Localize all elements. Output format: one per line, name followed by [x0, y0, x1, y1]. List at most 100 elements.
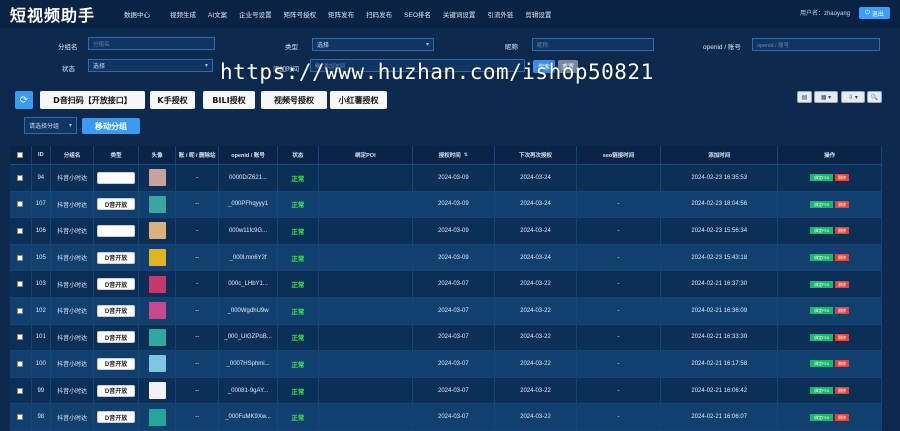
- logout-button[interactable]: ⏻ 退出: [859, 7, 890, 19]
- nav-item-0[interactable]: 数据中心: [118, 0, 164, 28]
- table-row[interactable]: 105 抖音小时达 D音开放 -- _000l.mn6Y2f 正常 2024-03-09 20…: [10, 244, 882, 272]
- column-header-9[interactable]: 下次再次授权: [495, 146, 578, 164]
- nav-item-10[interactable]: 剪辑设置: [519, 0, 557, 28]
- bind-poi-button[interactable]: 绑定POI: [810, 227, 834, 235]
- cell-group: 抖音小时达: [51, 191, 95, 218]
- bind-poi-button[interactable]: 绑定POI: [810, 254, 834, 262]
- table-row[interactable]: 101 抖音小时达 D音开放 -- _000_UIGZPoB... 正常 2024-03-0…: [10, 324, 882, 352]
- nav-item-9[interactable]: 引流外链: [481, 0, 519, 28]
- platform-type-badge[interactable]: D音开放: [97, 304, 136, 317]
- cell-seo: [577, 165, 662, 191]
- cell-poi: [319, 191, 413, 218]
- bind-poi-button[interactable]: 绑定POI: [810, 360, 834, 368]
- table-row[interactable]: 94 抖音小时达 - 0000D/Z621... 正常 2024-03-09 2024-03…: [10, 165, 882, 192]
- row-checkbox[interactable]: [17, 387, 24, 394]
- platform-type-badge[interactable]: D音开放: [97, 357, 136, 370]
- group-input[interactable]: 分组名: [88, 37, 215, 50]
- row-checkbox[interactable]: [17, 227, 24, 234]
- bind-poi-button[interactable]: 绑定POI: [810, 174, 834, 182]
- type-select[interactable]: 选择 ▾: [312, 38, 434, 51]
- export-button[interactable]: ⇩ ▾: [841, 91, 865, 103]
- column-header-label: 授权时间: [438, 153, 461, 159]
- bind-poi-button[interactable]: 绑定POI: [810, 387, 834, 395]
- nav-item-1[interactable]: 视频生成: [164, 0, 202, 28]
- delete-button[interactable]: 删除: [835, 227, 850, 235]
- nav-item-8[interactable]: 关键词设置: [437, 0, 482, 28]
- cell-seo: -: [577, 404, 662, 430]
- avatar[interactable]: [148, 249, 166, 267]
- avatar[interactable]: [148, 169, 166, 187]
- delete-button[interactable]: 删除: [835, 200, 850, 208]
- avatar[interactable]: [148, 382, 166, 400]
- status-select[interactable]: 选择 ▾: [88, 59, 213, 72]
- row-checkbox[interactable]: [17, 201, 24, 208]
- view-table-button[interactable]: ▤: [797, 91, 812, 103]
- auth-button-0[interactable]: D音扫码【开放接口】: [40, 91, 145, 109]
- avatar[interactable]: [148, 408, 166, 426]
- avatar[interactable]: [148, 222, 166, 240]
- platform-type-badge[interactable]: D音开放: [97, 331, 136, 344]
- auth-button-1[interactable]: K手授权: [150, 91, 195, 109]
- group-select-value: 请选择分组: [29, 124, 60, 130]
- bind-poi-button[interactable]: 绑定POI: [810, 200, 834, 208]
- bind-poi-button[interactable]: 绑定POI: [810, 307, 834, 315]
- platform-type-badge[interactable]: D音开放: [97, 278, 136, 291]
- nav-item-4[interactable]: 矩阵号授权: [278, 0, 323, 28]
- columns-button[interactable]: ▦ ▾: [814, 91, 838, 103]
- select-all-checkbox[interactable]: [17, 152, 24, 158]
- delete-button[interactable]: 删除: [835, 387, 850, 395]
- avatar[interactable]: [148, 302, 166, 320]
- nav-item-7[interactable]: SEO排名: [398, 0, 437, 28]
- move-group-button[interactable]: 移动分组: [82, 118, 140, 134]
- table-row[interactable]: 98 抖音小时达 D音开放 -- _000FuMK9Xw... 正常 2024-03-07 2…: [10, 404, 882, 431]
- row-checkbox[interactable]: [17, 254, 24, 261]
- row-checkbox[interactable]: [17, 414, 24, 421]
- table-search-button[interactable]: 🔍: [867, 91, 882, 103]
- auth-button-2[interactable]: BILI授权: [203, 91, 255, 109]
- nav-item-6[interactable]: 扫码发布: [360, 0, 398, 28]
- delete-button[interactable]: 删除: [835, 174, 850, 182]
- table-row[interactable]: 99 抖音小时达 D音开放 -- _00081-9gAY... 正常 2024-03-07 2…: [10, 377, 882, 405]
- row-checkbox[interactable]: [17, 281, 24, 288]
- refresh-button[interactable]: ⟳: [15, 91, 33, 109]
- bind-poi-button[interactable]: 绑定POI: [810, 413, 834, 421]
- sort-icon[interactable]: ⇅: [464, 152, 468, 158]
- row-checkbox[interactable]: [17, 360, 24, 367]
- table-row[interactable]: 102 抖音小时达 D音开放 -- _000WgdhU9w 正常 2024-03-07 202…: [10, 297, 882, 325]
- delete-button[interactable]: 删除: [835, 360, 850, 368]
- group-select[interactable]: 请选择分组 ▾: [24, 117, 77, 134]
- delete-button[interactable]: 删除: [835, 413, 850, 421]
- row-checkbox[interactable]: [17, 174, 24, 181]
- row-checkbox[interactable]: [17, 334, 24, 341]
- delete-button[interactable]: 删除: [835, 280, 850, 288]
- delete-button[interactable]: 删除: [835, 333, 850, 341]
- auth-button-3[interactable]: 视频号授权: [261, 91, 327, 109]
- delete-button[interactable]: 删除: [835, 307, 850, 315]
- table-row[interactable]: 100 抖音小时达 D音开放 -- _0007HSphmi... 正常 2024-03-07…: [10, 351, 882, 378]
- column-header-8[interactable]: 授权时间 ⇅: [413, 146, 495, 164]
- auth-button-4[interactable]: 小红薯授权: [330, 91, 387, 109]
- openid-input[interactable]: openid / 账号: [752, 38, 880, 51]
- platform-type-badge[interactable]: D音开放: [97, 411, 136, 424]
- delete-button[interactable]: 删除: [835, 254, 850, 262]
- platform-type-badge[interactable]: D音开放: [97, 384, 136, 397]
- avatar[interactable]: [148, 355, 166, 373]
- table-row[interactable]: 103 抖音小时达 D音开放 - 000c_LHbY1... 正常 2024-03-07 20…: [10, 271, 882, 298]
- platform-type-badge[interactable]: [97, 171, 136, 184]
- platform-type-badge[interactable]: [97, 224, 136, 237]
- table-row[interactable]: 107 抖音小时达 D音开放 -- _000PFhqyyy1 正常 2024-03-09 20…: [10, 191, 882, 219]
- app-logo[interactable]: 短视频助手: [10, 2, 110, 26]
- avatar[interactable]: [148, 195, 166, 213]
- nav-item-3[interactable]: 企业号设置: [233, 0, 278, 28]
- bind-poi-button[interactable]: 绑定POI: [810, 280, 834, 288]
- row-checkbox[interactable]: [17, 307, 24, 314]
- nickname-input[interactable]: 昵称: [532, 38, 654, 51]
- avatar[interactable]: [148, 275, 166, 293]
- platform-type-badge[interactable]: D音开放: [97, 198, 136, 211]
- platform-type-badge[interactable]: D音开放: [97, 251, 136, 264]
- nav-item-2[interactable]: AI文案: [202, 0, 233, 28]
- table-row[interactable]: 106 抖音小时达 - 000w11fc9G... 正常 2024-03-09 2024-0…: [10, 218, 882, 245]
- avatar[interactable]: [148, 328, 166, 346]
- bind-poi-button[interactable]: 绑定POI: [810, 333, 834, 341]
- nav-item-5[interactable]: 矩阵发布: [322, 0, 360, 28]
